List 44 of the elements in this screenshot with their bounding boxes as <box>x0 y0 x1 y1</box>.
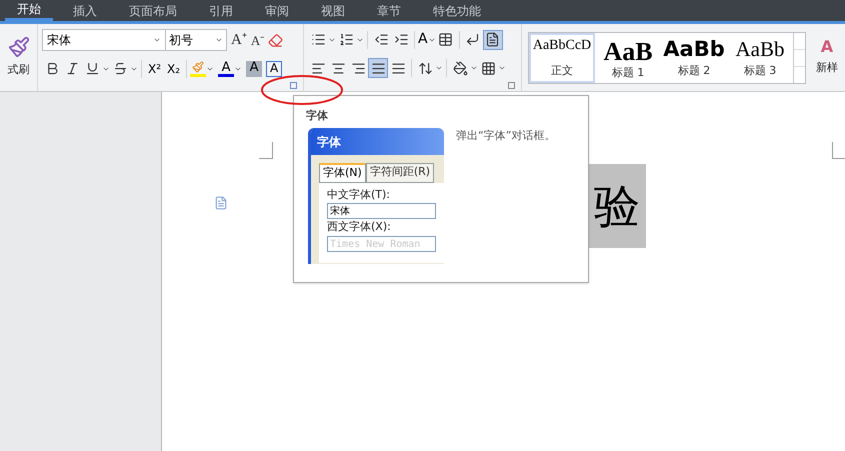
style-preset[interactable]: AaBb 标题 2 <box>661 32 727 82</box>
text-direction-icon[interactable]: A <box>418 29 428 50</box>
new-style-label[interactable]: 新样 <box>816 60 838 76</box>
ribbon-tab[interactable]: 开始 <box>5 0 53 21</box>
char-border-icon[interactable]: A <box>266 60 282 76</box>
ribbon-tab[interactable]: 审阅 <box>253 0 301 21</box>
justify-icon[interactable] <box>368 58 388 78</box>
grow-font-icon[interactable]: A⁺ <box>231 29 247 52</box>
margin-corner-mark <box>259 142 273 159</box>
ribbon-tab[interactable]: 章节 <box>365 0 413 21</box>
caret-icon[interactable] <box>470 64 478 72</box>
dialog-tab[interactable]: 字体(N) <box>319 163 366 182</box>
ribbon-tab[interactable]: 特色功能 <box>421 0 493 21</box>
font-size-field[interactable]: 初号 <box>165 29 227 52</box>
superscript-button[interactable]: X² <box>145 60 164 78</box>
gallery-scrollbar[interactable] <box>793 32 805 82</box>
style-preset[interactable]: AaB 标题 1 <box>595 32 661 82</box>
show-marks-icon[interactable] <box>482 30 503 50</box>
char-shading-icon[interactable]: A <box>246 60 262 76</box>
style-preset[interactable]: AaBb 标题 3 <box>727 32 793 82</box>
field-label: 中文字体(T): <box>327 186 392 202</box>
dialog-tab[interactable]: 字符间距(R) <box>366 163 434 182</box>
paragraph-dialog-launcher-icon[interactable] <box>508 82 515 89</box>
eraser-icon[interactable] <box>268 32 284 48</box>
margin-corner-mark <box>832 142 845 159</box>
shrink-font-icon[interactable]: A⁻ <box>250 30 264 50</box>
ribbon-tab[interactable]: 视图 <box>309 0 357 21</box>
ribbon-tab[interactable]: 引用 <box>197 0 245 21</box>
paintbrush-icon[interactable] <box>8 36 30 58</box>
ribbon-tab[interactable]: 插入 <box>61 0 109 21</box>
subscript-button[interactable]: X₂ <box>164 60 184 78</box>
tooltip-title: 字体 <box>306 108 328 124</box>
format-painter-label[interactable]: 式刷 <box>8 62 30 79</box>
caret-icon[interactable] <box>435 64 443 72</box>
caret-icon[interactable] <box>498 64 506 72</box>
ribbon-tab[interactable]: 页面布局 <box>117 0 189 21</box>
font-dialog-launcher-icon[interactable] <box>290 82 297 89</box>
style-preset[interactable]: AaBbCcD 正文 <box>529 32 595 82</box>
document-text: 验 <box>588 164 646 248</box>
font-field[interactable]: 宋体 <box>327 203 436 219</box>
field-label: 西文字体(X): <box>327 219 392 235</box>
tooltip-description: 弹出“字体”对话框。 <box>456 128 556 144</box>
font-name-field[interactable]: 宋体 <box>42 29 166 52</box>
dialog-title: 字体 <box>311 128 444 155</box>
